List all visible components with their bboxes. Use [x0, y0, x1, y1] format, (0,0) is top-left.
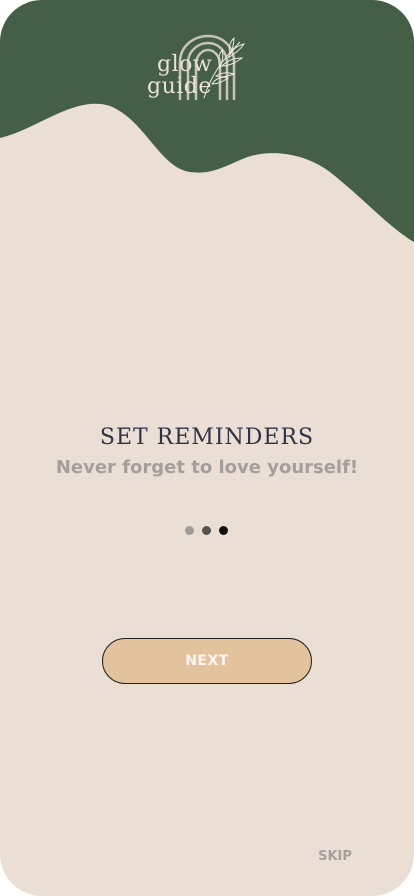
logo-text-guide: guide [147, 74, 212, 99]
page-indicator-dot-2[interactable] [202, 526, 211, 535]
next-button[interactable]: NEXT [102, 638, 312, 684]
logo-text-glow: glow [157, 52, 213, 77]
onboarding-subtitle: Never forget to love yourself! [55, 457, 359, 478]
onboarding-title: SET REMINDERS [99, 425, 315, 450]
page-indicator-dot-1[interactable] [185, 526, 194, 535]
page-indicator-dot-3-active[interactable] [219, 526, 228, 535]
glow-guide-logo: glow guide [140, 30, 250, 105]
onboarding-screen: glow guide SET REMINDERS Never forget to… [0, 0, 414, 896]
page-indicator [185, 526, 231, 536]
skip-button[interactable]: SKIP [312, 849, 358, 864]
